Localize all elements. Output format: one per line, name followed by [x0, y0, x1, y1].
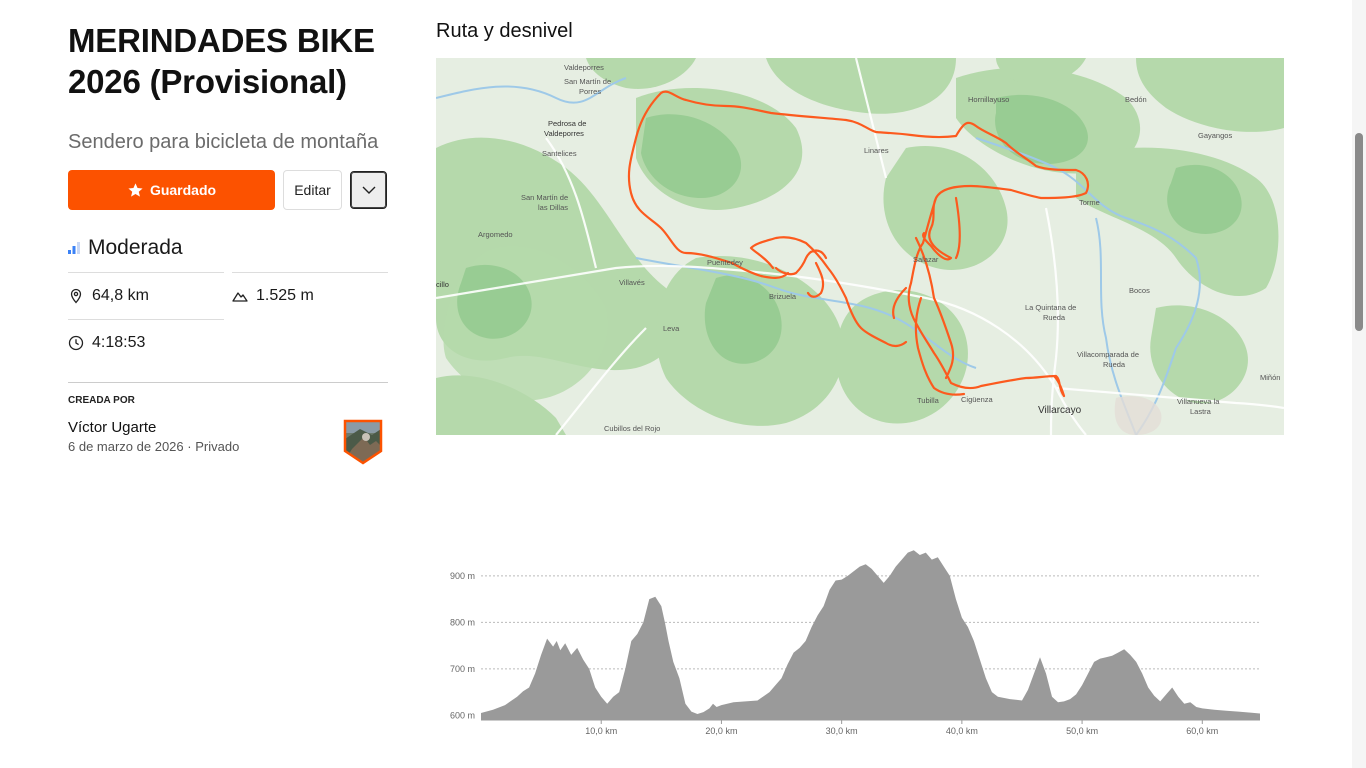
route-info-panel: MERINDADES BIKE 2026 (Provisional) Sende…: [68, 20, 388, 465]
map-label-minon: Miñón: [1260, 373, 1280, 382]
map-label-valdeporres: Valdeporres: [564, 63, 604, 72]
map-label-rueda2: Rueda: [1103, 360, 1126, 369]
more-options-button[interactable]: [350, 171, 387, 209]
map-label-bedon: Bedón: [1125, 95, 1147, 104]
route-title-line1: MERINDADES BIKE: [68, 22, 375, 59]
map-label-ciguenza: Cigüenza: [961, 395, 994, 404]
y-tick-label: 900 m: [450, 571, 475, 581]
map-label-pedrosa: Pedrosa de: [548, 119, 586, 128]
map-label-tubilla: Tubilla: [917, 396, 940, 405]
map-label-porres: Porres: [579, 87, 601, 96]
map-label-villanueva: Villanueva la: [1177, 397, 1220, 406]
saved-button-label: Guardado: [149, 182, 217, 198]
route-section-title: Ruta y desnivel: [436, 20, 573, 42]
y-tick-label: 700 m: [450, 664, 475, 674]
route-stats: 64,8 km 1.525 m 4:18:53: [68, 272, 388, 366]
distance-value: 64,8 km: [92, 287, 149, 304]
map-label-san-martin-porres: San Martín de: [564, 77, 611, 86]
map-label-santelices: Santelices: [542, 149, 577, 158]
map-label-quintana: La Quintana de: [1025, 303, 1076, 312]
elevation-chart-canvas: 900 m 800 m 700 m 600 m 10,0 km 20,0 km 30,0 k…: [450, 550, 1260, 736]
map-label-linares: Linares: [864, 146, 889, 155]
map-label-las-dillas: las Dillas: [538, 203, 568, 212]
route-title: MERINDADES BIKE 2026 (Provisional): [68, 20, 388, 102]
map-label-salazar: Salazar: [913, 255, 939, 264]
action-row: Guardado Editar: [68, 170, 388, 210]
map-label-hornillayuso: Hornillayuso: [968, 95, 1009, 104]
difficulty-bars-icon: [68, 242, 80, 254]
elevation-value: 1.525 m: [256, 287, 314, 304]
distance-stat: 64,8 km: [68, 272, 224, 319]
route-type: Sendero para bicicleta de montaña: [68, 131, 379, 153]
creator-row: Víctor Ugarte 6 de marzo de 2026 · Priva…: [68, 419, 388, 465]
chevron-down-icon: [362, 186, 375, 194]
map-label-bocos: Bocos: [1129, 286, 1150, 295]
elevation-chart[interactable]: 900 m 800 m 700 m 600 m 10,0 km 20,0 km 30,0 k…: [436, 540, 1284, 750]
map-label-valdeporres2: Valdeporres: [544, 129, 584, 138]
elevation-stat: 1.525 m: [232, 272, 388, 319]
map-label-rueda: Rueda: [1043, 313, 1066, 322]
y-tick-label: 600 m: [450, 710, 475, 720]
time-value: 4:18:53: [92, 334, 146, 351]
x-tick-label: 20,0 km: [705, 726, 737, 736]
route-title-line2: 2026 (Provisional): [68, 63, 347, 100]
map-label-villaves: Villavés: [619, 278, 645, 287]
saved-button[interactable]: Guardado: [68, 170, 275, 210]
creator-avatar[interactable]: [342, 419, 384, 465]
divider: [68, 382, 388, 383]
page-scrollbar[interactable]: [1352, 0, 1366, 768]
location-pin-icon: [70, 288, 82, 304]
route-map[interactable]: Valdeporres San Martín de Porres Pedrosa…: [436, 58, 1284, 435]
difficulty: Moderada: [68, 236, 388, 260]
mountain-icon: [232, 292, 248, 302]
map-label-villarcayo: Villarcayo: [1038, 405, 1082, 416]
x-tick-label: 50,0 km: [1066, 726, 1098, 736]
x-tick-label: 60,0 km: [1186, 726, 1218, 736]
created-by-label: CREADA POR: [68, 395, 135, 406]
y-tick-label: 800 m: [450, 617, 475, 627]
map-label-puentedey: Puentedey: [707, 258, 743, 267]
map-label-san-martin-dillas: San Martín de: [521, 193, 568, 202]
star-icon: [128, 182, 143, 197]
x-tick-label: 10,0 km: [585, 726, 617, 736]
time-stat: 4:18:53: [68, 319, 224, 366]
map-label-gayangos: Gayangos: [1198, 131, 1232, 140]
map-label-villacomparada: Villacomparada de: [1077, 350, 1139, 359]
creation-date: 6 de marzo de 2026: [68, 439, 184, 454]
x-tick-label: 30,0 km: [826, 726, 858, 736]
map-label-cubillos: Cubillos del Rojo: [604, 424, 660, 433]
map-label-argomedo: Argomedo: [478, 230, 513, 239]
map-canvas: Valdeporres San Martín de Porres Pedrosa…: [436, 58, 1284, 435]
map-label-brizuela: Brizuela: [769, 292, 797, 301]
edit-button[interactable]: Editar: [283, 170, 342, 210]
scrollbar-thumb[interactable]: [1355, 133, 1363, 331]
privacy-label: Privado: [195, 439, 240, 454]
map-label-torme: Torme: [1079, 198, 1100, 207]
map-label-cillo: cillo: [436, 280, 449, 289]
x-tick-label: 40,0 km: [946, 726, 978, 736]
difficulty-label: Moderada: [88, 236, 183, 259]
creator-name[interactable]: Víctor Ugarte: [68, 419, 239, 436]
clock-icon: [68, 335, 84, 351]
creator-meta: 6 de marzo de 2026 · Privado: [68, 439, 239, 454]
map-label-leva: Leva: [663, 324, 680, 333]
map-label-lastra: Lastra: [1190, 407, 1212, 416]
